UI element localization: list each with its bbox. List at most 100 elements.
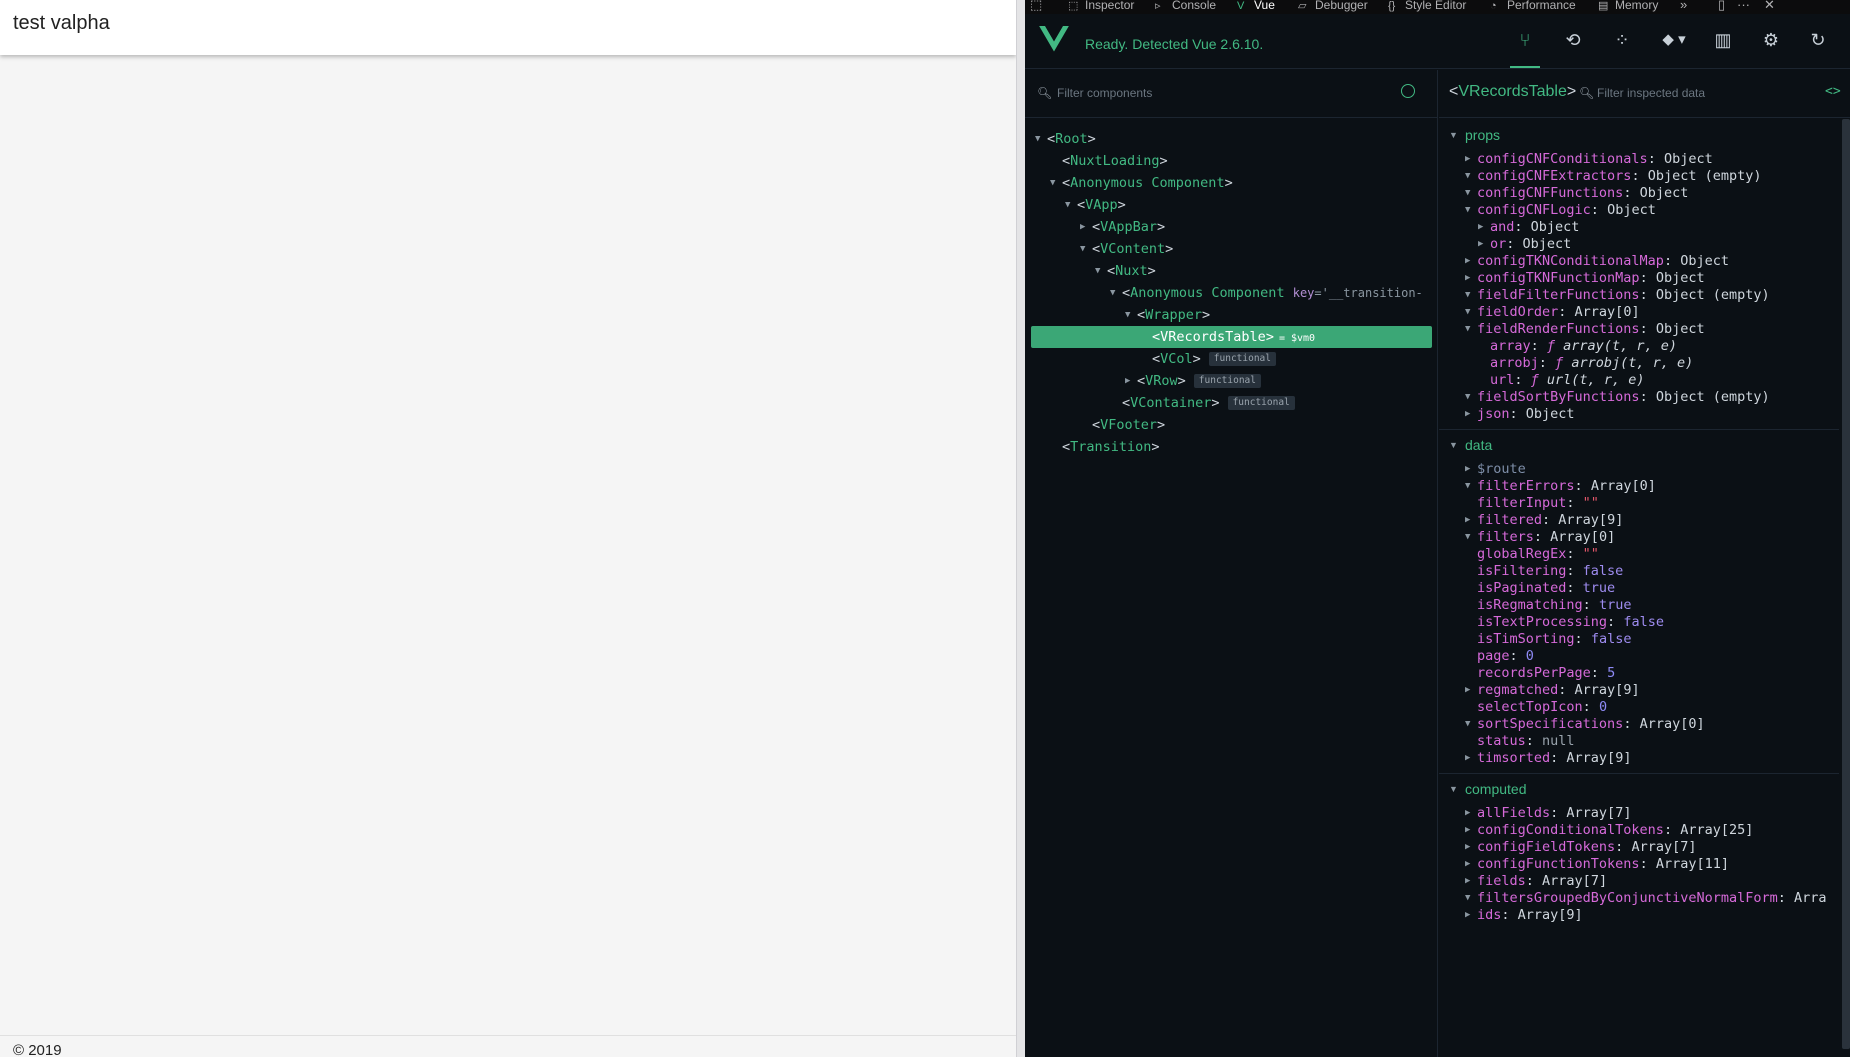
tree-node[interactable]: <NuxtLoading> [1025, 150, 1438, 172]
app-footer: © 2019 [0, 1035, 1016, 1057]
settings-tab[interactable]: ⚙ [1756, 26, 1786, 54]
app-title: test valpha [13, 12, 110, 34]
routing-tab[interactable]: ◆ ▾ [1653, 26, 1695, 54]
collapse-arrow-icon[interactable]: ▼ [1050, 172, 1062, 194]
tree-node[interactable]: <VContainer> functional [1025, 392, 1438, 414]
style-editor-icon: {} [1388, 0, 1396, 12]
devtools-tab-vue[interactable]: V Vue [1237, 0, 1275, 14]
memory-icon: ▤ [1598, 0, 1609, 12]
tree-node-attr-key: key [1292, 286, 1315, 300]
expand-arrow-icon[interactable]: ▶ [1465, 404, 1475, 424]
collapse-arrow-icon[interactable]: ▼ [1080, 238, 1092, 260]
code-icon[interactable]: <> [1825, 84, 1841, 99]
element-picker-icon[interactable]: ⬚ [1030, 0, 1042, 13]
property-value: Object (empty) [1647, 168, 1762, 184]
property-value: Object [1655, 270, 1705, 286]
property-value: Array[7] [1631, 839, 1697, 855]
property-value: Object [1655, 321, 1705, 337]
collapse-arrow-icon[interactable]: ▼ [1465, 319, 1475, 339]
property-key: regmatched [1477, 682, 1559, 698]
tree-node-tag: Anonymous Component [1070, 175, 1225, 191]
function-icon: ƒ [1546, 338, 1564, 354]
devtools-tab-style-editor[interactable]: {} Style Editor [1388, 0, 1466, 14]
tree-node[interactable]: ▶ <VRow> functional [1025, 370, 1438, 392]
section-props[interactable]: ▼ props [1449, 127, 1500, 143]
inspector-scrollbar[interactable] [1842, 119, 1850, 1049]
events-tab[interactable]: ⁘ [1607, 26, 1637, 54]
collapse-arrow-icon[interactable]: ▼ [1449, 784, 1465, 794]
tree-node[interactable]: ▼ <Wrapper> [1025, 304, 1438, 326]
dock-icon[interactable]: ▯ [1718, 0, 1725, 13]
collapse-arrow-icon[interactable]: ▼ [1125, 304, 1137, 326]
tree-node[interactable]: <VFooter> [1025, 414, 1438, 436]
performance-tab[interactable]: ▥ [1708, 26, 1738, 54]
performance-icon: ◔ [1490, 0, 1497, 12]
property-value: Object (empty) [1655, 287, 1770, 303]
state-property[interactable]: ▶ timsorted: Array[9] [1465, 748, 1631, 768]
components-tab[interactable]: ⑂ [1510, 26, 1540, 68]
collapse-arrow-icon[interactable]: ▼ [1035, 128, 1047, 150]
collapse-arrow-icon[interactable]: ▼ [1465, 476, 1475, 496]
expand-arrow-icon[interactable]: ▶ [1465, 905, 1475, 925]
property-key: configTKNFunctionMap [1477, 270, 1640, 286]
tree-node-selected[interactable]: <VRecordsTable> = $vm0 [1031, 326, 1432, 348]
tree-node[interactable]: ▶ <VAppBar> [1025, 216, 1438, 238]
more-options-icon[interactable]: ··· [1737, 0, 1750, 12]
property-value: Array[7] [1542, 873, 1608, 889]
collapse-arrow-icon[interactable]: ▼ [1065, 194, 1077, 216]
tree-node-label: <VContent> [1092, 241, 1174, 257]
inspector-state-list[interactable]: ▼ props ▶ configCNFConditionals: Object ▼ con… [1439, 119, 1850, 1057]
collapse-arrow-icon[interactable]: ▼ [1110, 282, 1122, 304]
tree-node[interactable]: ▼ <Anonymous Component> [1025, 172, 1438, 194]
tree-node[interactable]: ▼ <VApp> [1025, 194, 1438, 216]
select-component-icon[interactable] [1401, 84, 1415, 98]
tree-node-label: <VCol> functional [1152, 348, 1276, 370]
devtools-tab-inspector[interactable]: ⬚ Inspector [1068, 0, 1134, 14]
tree-node[interactable]: <VCol> functional [1025, 348, 1438, 370]
section-title: computed [1465, 781, 1527, 797]
tree-node[interactable]: ▼ <Root> [1025, 128, 1438, 150]
devtools-tab-debugger[interactable]: ▱ Debugger [1298, 0, 1368, 14]
tree-node-tag: VContent [1100, 241, 1166, 257]
expand-arrow-icon[interactable]: ▶ [1125, 370, 1137, 392]
devtools-splitter[interactable] [1016, 0, 1025, 1057]
devtools-tab-label: Memory [1615, 0, 1659, 12]
devtools-tab-memory[interactable]: ▤ Memory [1598, 0, 1658, 14]
tree-node-attr-value: ='__transition- [1314, 286, 1423, 300]
vuex-tab[interactable]: ⟲ [1558, 26, 1588, 54]
section-data[interactable]: ▼ data [1449, 437, 1492, 453]
property-key: configCNFFunctions [1477, 185, 1624, 201]
inspector-icon: ⬚ [1068, 0, 1079, 12]
property-key: recordsPerPage [1477, 665, 1591, 681]
refresh-button[interactable]: ↻ [1803, 26, 1833, 54]
property-key: array [1490, 338, 1531, 354]
collapse-arrow-icon[interactable]: ▼ [1095, 260, 1107, 282]
collapse-arrow-icon[interactable]: ▼ [1465, 527, 1475, 547]
tree-node-tag: VRecordsTable [1160, 329, 1266, 345]
tree-node[interactable]: <Transition> [1025, 436, 1438, 458]
property-key: filterErrors [1477, 478, 1575, 494]
expand-arrow-icon[interactable]: ▶ [1465, 680, 1475, 700]
filter-components-input[interactable] [1057, 83, 1387, 103]
tree-node[interactable]: ▼ <Anonymous Component key='__transition- [1025, 282, 1438, 304]
state-property[interactable]: ▶ ids: Array[9] [1465, 905, 1583, 925]
collapse-arrow-icon[interactable]: ▼ [1465, 714, 1475, 734]
tree-node[interactable]: ▼ <Nuxt> [1025, 260, 1438, 282]
vue-logo-icon: V [1237, 0, 1245, 12]
section-computed[interactable]: ▼ computed [1449, 781, 1526, 797]
state-property[interactable]: ▶ json: Object [1465, 404, 1575, 424]
tabs-overflow-icon[interactable]: » [1680, 0, 1687, 12]
close-icon[interactable]: ✕ [1764, 0, 1775, 13]
expand-arrow-icon[interactable]: ▶ [1465, 748, 1475, 768]
collapse-arrow-icon[interactable]: ▼ [1449, 440, 1465, 450]
collapse-arrow-icon[interactable]: ▼ [1465, 200, 1475, 220]
devtools-tab-console[interactable]: ▹ Console [1155, 0, 1216, 14]
expand-arrow-icon[interactable]: ▶ [1080, 216, 1092, 238]
tree-node[interactable]: ▼ <VContent> [1025, 238, 1438, 260]
section-divider [1439, 773, 1839, 774]
collapse-arrow-icon[interactable]: ▼ [1449, 130, 1465, 140]
filter-data-input[interactable] [1597, 83, 1807, 103]
tree-node-label: <Anonymous Component> [1062, 175, 1233, 191]
devtools-tab-performance[interactable]: ◔ Performance [1490, 0, 1576, 14]
property-key: filtersGroupedByConjunctiveNormalForm [1477, 890, 1778, 906]
